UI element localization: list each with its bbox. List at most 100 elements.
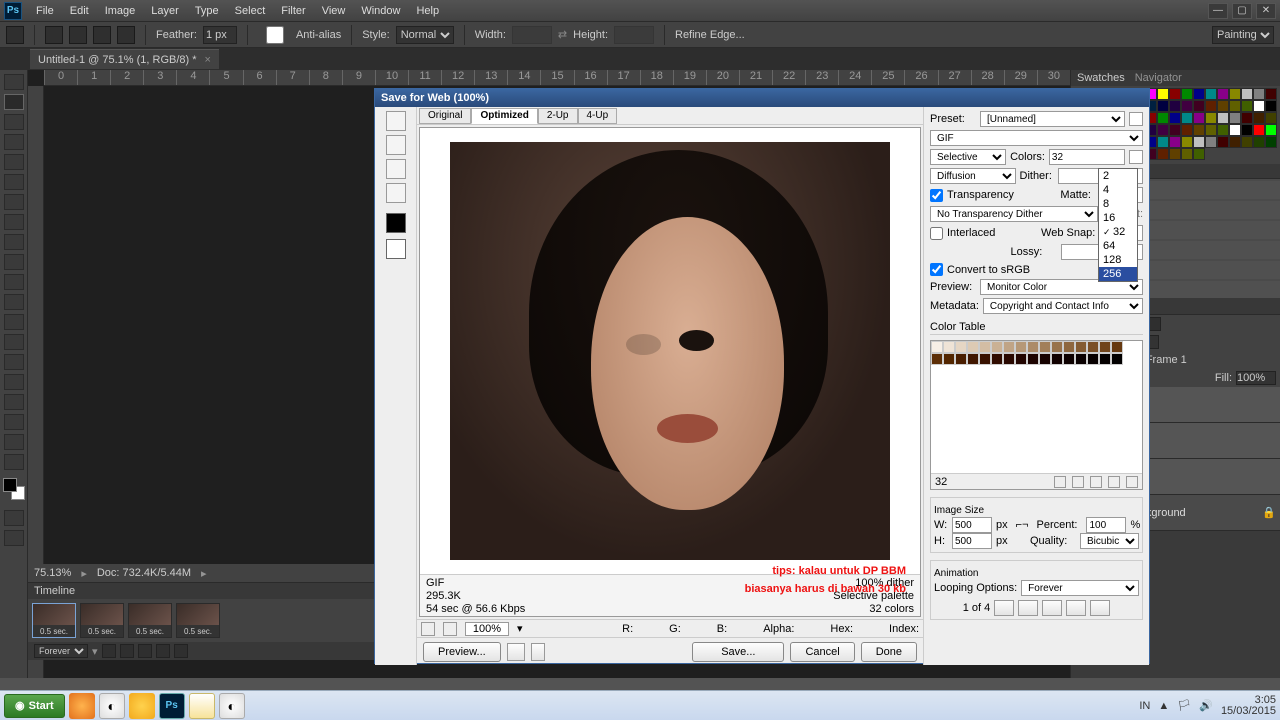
prev-frame-button[interactable] — [1018, 600, 1038, 616]
swatch[interactable] — [1229, 88, 1241, 100]
feather-input[interactable] — [203, 26, 237, 44]
close-button[interactable]: ✕ — [1256, 3, 1276, 19]
swatch[interactable] — [1193, 148, 1205, 160]
selection-add-icon[interactable] — [69, 26, 87, 44]
colors-option[interactable]: 2 — [1099, 169, 1137, 183]
swatch[interactable] — [1241, 112, 1253, 124]
color-table-cell[interactable] — [1003, 353, 1015, 365]
swatch[interactable] — [1265, 112, 1277, 124]
history-brush-tool[interactable] — [4, 254, 24, 270]
swatch[interactable] — [1205, 124, 1217, 136]
swatch[interactable] — [1169, 88, 1181, 100]
stamp-tool[interactable] — [4, 234, 24, 250]
swatch[interactable] — [1157, 112, 1169, 124]
interlaced-checkbox[interactable]: Interlaced — [930, 227, 995, 240]
healing-tool[interactable] — [4, 194, 24, 210]
preset-select[interactable]: [Unnamed] — [980, 111, 1125, 127]
swatches-tab[interactable]: Swatches — [1077, 72, 1125, 84]
tray-icon[interactable]: ▲ — [1158, 700, 1169, 712]
photoshop-taskbar-icon[interactable]: Ps — [159, 693, 185, 719]
swatch[interactable] — [1265, 88, 1277, 100]
tray-icon[interactable]: 🏳 — [1177, 699, 1191, 712]
slice-tool-icon[interactable] — [386, 135, 406, 155]
color-table-cell[interactable] — [1015, 341, 1027, 353]
swatch[interactable] — [1181, 88, 1193, 100]
swatch[interactable] — [1169, 148, 1181, 160]
colors-option[interactable]: 256 — [1099, 267, 1137, 281]
dodge-tool[interactable] — [4, 334, 24, 350]
tab-original[interactable]: Original — [419, 108, 471, 124]
zoom-tool-icon[interactable] — [386, 159, 406, 179]
transparency-checkbox[interactable]: Transparency — [930, 189, 1014, 202]
swatch[interactable] — [1169, 112, 1181, 124]
percent-input[interactable] — [1086, 517, 1126, 533]
marquee-tool[interactable] — [4, 94, 24, 110]
swatch[interactable] — [1193, 136, 1205, 148]
lasso-tool[interactable] — [4, 114, 24, 130]
menu-view[interactable]: View — [314, 0, 354, 22]
swatch[interactable] — [1205, 136, 1217, 148]
color-table-cell[interactable] — [991, 341, 1003, 353]
metadata-select[interactable]: Copyright and Contact Info — [983, 298, 1143, 314]
hand-tool[interactable] — [4, 434, 24, 450]
swatch[interactable] — [1181, 100, 1193, 112]
color-table-cell[interactable] — [1063, 341, 1075, 353]
swatch[interactable] — [1253, 136, 1265, 148]
eraser-tool[interactable] — [4, 274, 24, 290]
height-input[interactable] — [952, 533, 992, 549]
preset-menu-icon[interactable] — [1129, 112, 1143, 126]
swatch[interactable] — [1265, 136, 1277, 148]
first-frame-button[interactable] — [994, 600, 1014, 616]
color-table-cell[interactable] — [1087, 341, 1099, 353]
ct-icon[interactable] — [1090, 476, 1102, 488]
play-button[interactable] — [138, 644, 152, 658]
timeline-frame[interactable]: 0.5 sec. — [32, 603, 76, 638]
swatch[interactable] — [1217, 100, 1229, 112]
clock[interactable]: 3:0515/03/2015 — [1221, 695, 1276, 717]
type-tool[interactable] — [4, 374, 24, 390]
color-table-cell[interactable] — [1075, 353, 1087, 365]
screenmode-tool[interactable] — [4, 530, 24, 546]
preview-button[interactable]: Preview... — [423, 642, 501, 662]
color-table-cell[interactable] — [979, 341, 991, 353]
fill-input[interactable] — [1236, 371, 1276, 385]
transp-dither-select[interactable]: No Transparency Dither — [930, 206, 1098, 222]
menu-edit[interactable]: Edit — [62, 0, 97, 22]
maximize-button[interactable]: ▢ — [1232, 3, 1252, 19]
browser-icon[interactable] — [507, 643, 525, 661]
swatch[interactable] — [1229, 100, 1241, 112]
swatch[interactable] — [1169, 100, 1181, 112]
menu-help[interactable]: Help — [408, 0, 447, 22]
eyedropper-tool[interactable] — [4, 174, 24, 190]
refine-edge-button[interactable]: Refine Edge... — [675, 29, 745, 41]
swatch[interactable] — [1265, 100, 1277, 112]
swatch[interactable] — [1181, 124, 1193, 136]
toggle-slices-icon[interactable] — [386, 239, 406, 259]
colors-menu-icon[interactable] — [1129, 150, 1143, 164]
firefox-icon[interactable] — [69, 693, 95, 719]
tray-icon[interactable]: 🔊 — [1199, 699, 1213, 712]
swatch[interactable] — [1205, 88, 1217, 100]
color-table[interactable]: 32 — [930, 340, 1143, 490]
color-table-cell[interactable] — [1051, 353, 1063, 365]
swatch[interactable] — [1229, 124, 1241, 136]
color-table-cell[interactable] — [1039, 341, 1051, 353]
swatch[interactable] — [1217, 136, 1229, 148]
reduction-select[interactable]: Selective — [930, 149, 1006, 165]
colors-input[interactable] — [1049, 149, 1125, 165]
app-icon[interactable] — [129, 693, 155, 719]
ct-icon[interactable] — [1054, 476, 1066, 488]
menu-file[interactable]: File — [28, 0, 62, 22]
colors-option[interactable]: 16 — [1099, 211, 1137, 225]
color-table-cell[interactable] — [967, 341, 979, 353]
color-table-cell[interactable] — [955, 353, 967, 365]
color-table-cell[interactable] — [943, 341, 955, 353]
last-frame-button[interactable] — [1090, 600, 1110, 616]
tab-optimized[interactable]: Optimized — [471, 108, 537, 124]
fit-icon[interactable] — [443, 622, 457, 636]
color-table-cell[interactable] — [1111, 353, 1123, 365]
dither-select[interactable]: Diffusion — [930, 168, 1016, 184]
swatch[interactable] — [1157, 136, 1169, 148]
hand-tool-icon[interactable] — [386, 111, 406, 131]
brush-tool[interactable] — [4, 214, 24, 230]
